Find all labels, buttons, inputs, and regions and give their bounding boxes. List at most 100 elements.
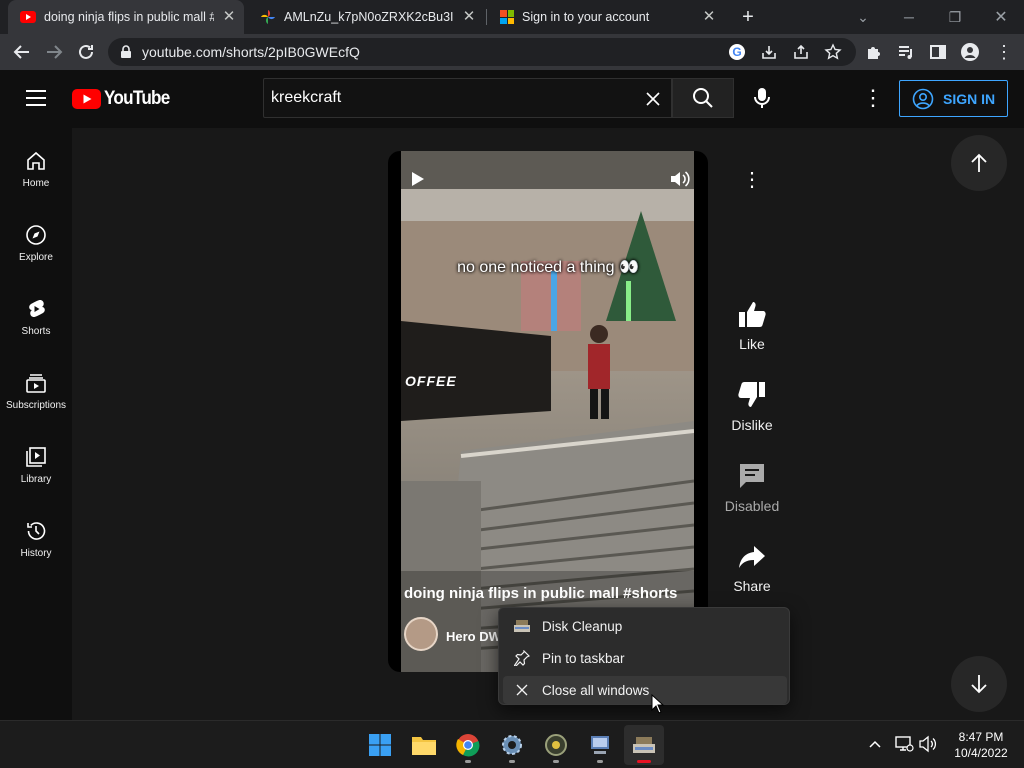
guide-item-library[interactable]: Library [0, 432, 72, 506]
sign-in-label: SIGN IN [943, 90, 996, 107]
history-icon [27, 522, 46, 540]
thumbs-down-icon [738, 382, 765, 407]
profile-avatar-icon [961, 43, 979, 61]
guide-item-explore[interactable]: Explore [0, 210, 72, 284]
close-tab-icon[interactable]: ✕ [700, 8, 718, 26]
disk-cleanup-icon [513, 617, 531, 635]
app-icon [545, 734, 567, 756]
minimize-button[interactable]: ─ [886, 0, 932, 34]
bookmark-star-icon[interactable] [824, 43, 842, 61]
jump-item-close-all-windows[interactable]: Close all windows [503, 676, 787, 704]
dislike-button[interactable]: Dislike [720, 381, 784, 433]
arrow-down-icon [971, 675, 987, 694]
share-page-icon[interactable] [792, 43, 810, 61]
like-button[interactable]: Like [720, 300, 784, 352]
arrow-up-icon [971, 153, 987, 172]
guide-item-home[interactable]: Home [0, 136, 72, 210]
taskbar-app[interactable] [536, 725, 576, 765]
dislike-label: Dislike [731, 417, 773, 433]
library-icon [26, 447, 46, 467]
subscriptions-icon [26, 374, 46, 393]
forward-button[interactable] [40, 38, 68, 66]
sign-in-button[interactable]: SIGN IN [899, 80, 1008, 117]
short-title[interactable]: doing ninja flips in public mall #shorts [404, 585, 677, 602]
side-panel-button[interactable] [924, 38, 952, 66]
volume-icon[interactable] [669, 169, 691, 189]
reload-button[interactable] [72, 38, 100, 66]
address-bar[interactable]: youtube.com/shorts/2pIB0GWEcfQ G [108, 38, 856, 66]
microsoft-favicon [500, 10, 514, 24]
caption-overlay: no one noticed a thing 👀 [457, 259, 639, 276]
clock-time: 8:47 PM [958, 730, 1004, 744]
restore-button[interactable]: ❐ [932, 0, 978, 34]
lock-icon[interactable] [120, 45, 132, 59]
youtube-logo-icon [72, 89, 101, 109]
back-button[interactable] [8, 38, 36, 66]
running-indicator [465, 760, 471, 763]
share-arrow-icon [739, 546, 765, 568]
comments-disabled-label: Disabled [724, 498, 780, 514]
jump-item-pin-to-taskbar[interactable]: Pin to taskbar [503, 644, 787, 672]
close-window-button[interactable]: ✕ [978, 0, 1024, 34]
taskbar-settings[interactable] [492, 725, 532, 765]
tab-youtube-short[interactable]: doing ninja flips in public mall #s ✕ [8, 0, 244, 34]
channel-avatar[interactable] [404, 617, 438, 651]
new-tab-button[interactable]: + [734, 3, 762, 31]
previous-short-button[interactable] [951, 135, 1007, 191]
shorts-player[interactable]: OFFEE no one noticed a thing 👀 doing nin… [388, 151, 708, 672]
voice-search-button[interactable] [742, 78, 782, 118]
tab-separator [486, 9, 487, 25]
google-lens-icon[interactable]: G [729, 44, 745, 60]
channel-name[interactable]: Hero DW [446, 629, 501, 644]
next-short-button[interactable] [951, 656, 1007, 712]
profile-button[interactable] [956, 38, 984, 66]
jump-item-label: Disk Cleanup [542, 618, 623, 634]
guide-item-history[interactable]: History [0, 506, 72, 580]
settings-more-icon[interactable]: ⋮ [862, 86, 884, 110]
tab-search-icon[interactable]: ⌄ [840, 0, 886, 34]
search-input[interactable]: kreekcraft [263, 78, 672, 118]
chrome-icon [456, 734, 480, 757]
youtube-masthead: YouTube kreekcraft ⋮ SIGN IN [0, 70, 1024, 128]
close-tab-icon[interactable]: ✕ [220, 8, 238, 26]
browser-menu-icon[interactable]: ⋮ [990, 38, 1018, 66]
jump-item-disk-cleanup[interactable]: Disk Cleanup [503, 612, 787, 640]
shorts-icon [29, 300, 45, 317]
puzzle-icon [868, 47, 880, 59]
tab-google-photos[interactable]: AMLnZu_k7pN0oZRXK2cBu3INE ✕ [248, 0, 484, 34]
search-button[interactable] [672, 78, 734, 118]
network-icon [895, 736, 914, 752]
taskbar-remote-desktop[interactable] [580, 725, 620, 765]
tab-microsoft-signin[interactable]: Sign in to your account ✕ [488, 0, 724, 34]
more-options-icon[interactable]: ⋮ [742, 168, 762, 192]
taskbar-disk-cleanup[interactable] [624, 725, 664, 765]
guide-item-shorts[interactable]: Shorts [0, 284, 72, 358]
taskbar-clock[interactable]: 8:47 PM 10/4/2022 [945, 729, 1017, 761]
extensions-button[interactable] [860, 38, 888, 66]
running-indicator [509, 760, 515, 763]
jump-item-label: Pin to taskbar [542, 650, 625, 666]
taskbar-chrome[interactable] [448, 725, 488, 765]
install-app-icon[interactable] [760, 43, 778, 61]
network-status-button[interactable] [894, 735, 914, 753]
show-hidden-icons-button[interactable] [866, 735, 884, 753]
guide-label: Home [22, 178, 50, 189]
media-control-button[interactable] [892, 38, 920, 66]
hamburger-menu-icon[interactable] [26, 90, 46, 106]
account-circle-icon [912, 88, 934, 109]
taskbar-file-explorer[interactable] [404, 725, 444, 765]
share-button[interactable]: Share [720, 544, 784, 594]
start-button[interactable] [360, 725, 400, 765]
youtube-favicon [20, 11, 36, 23]
close-tab-icon[interactable]: ✕ [460, 8, 478, 26]
guide-item-subscriptions[interactable]: Subscriptions [0, 358, 72, 432]
url-text: youtube.com/shorts/2pIB0GWEcfQ [142, 44, 360, 60]
pin-icon [513, 649, 531, 667]
volume-status-button[interactable] [918, 735, 938, 753]
youtube-logo[interactable]: YouTube [72, 88, 177, 110]
play-icon[interactable] [411, 171, 425, 187]
start-icon [369, 734, 391, 756]
thumbs-up-icon [739, 302, 766, 327]
google-photos-favicon [261, 10, 275, 24]
clear-search-icon[interactable] [645, 91, 661, 107]
